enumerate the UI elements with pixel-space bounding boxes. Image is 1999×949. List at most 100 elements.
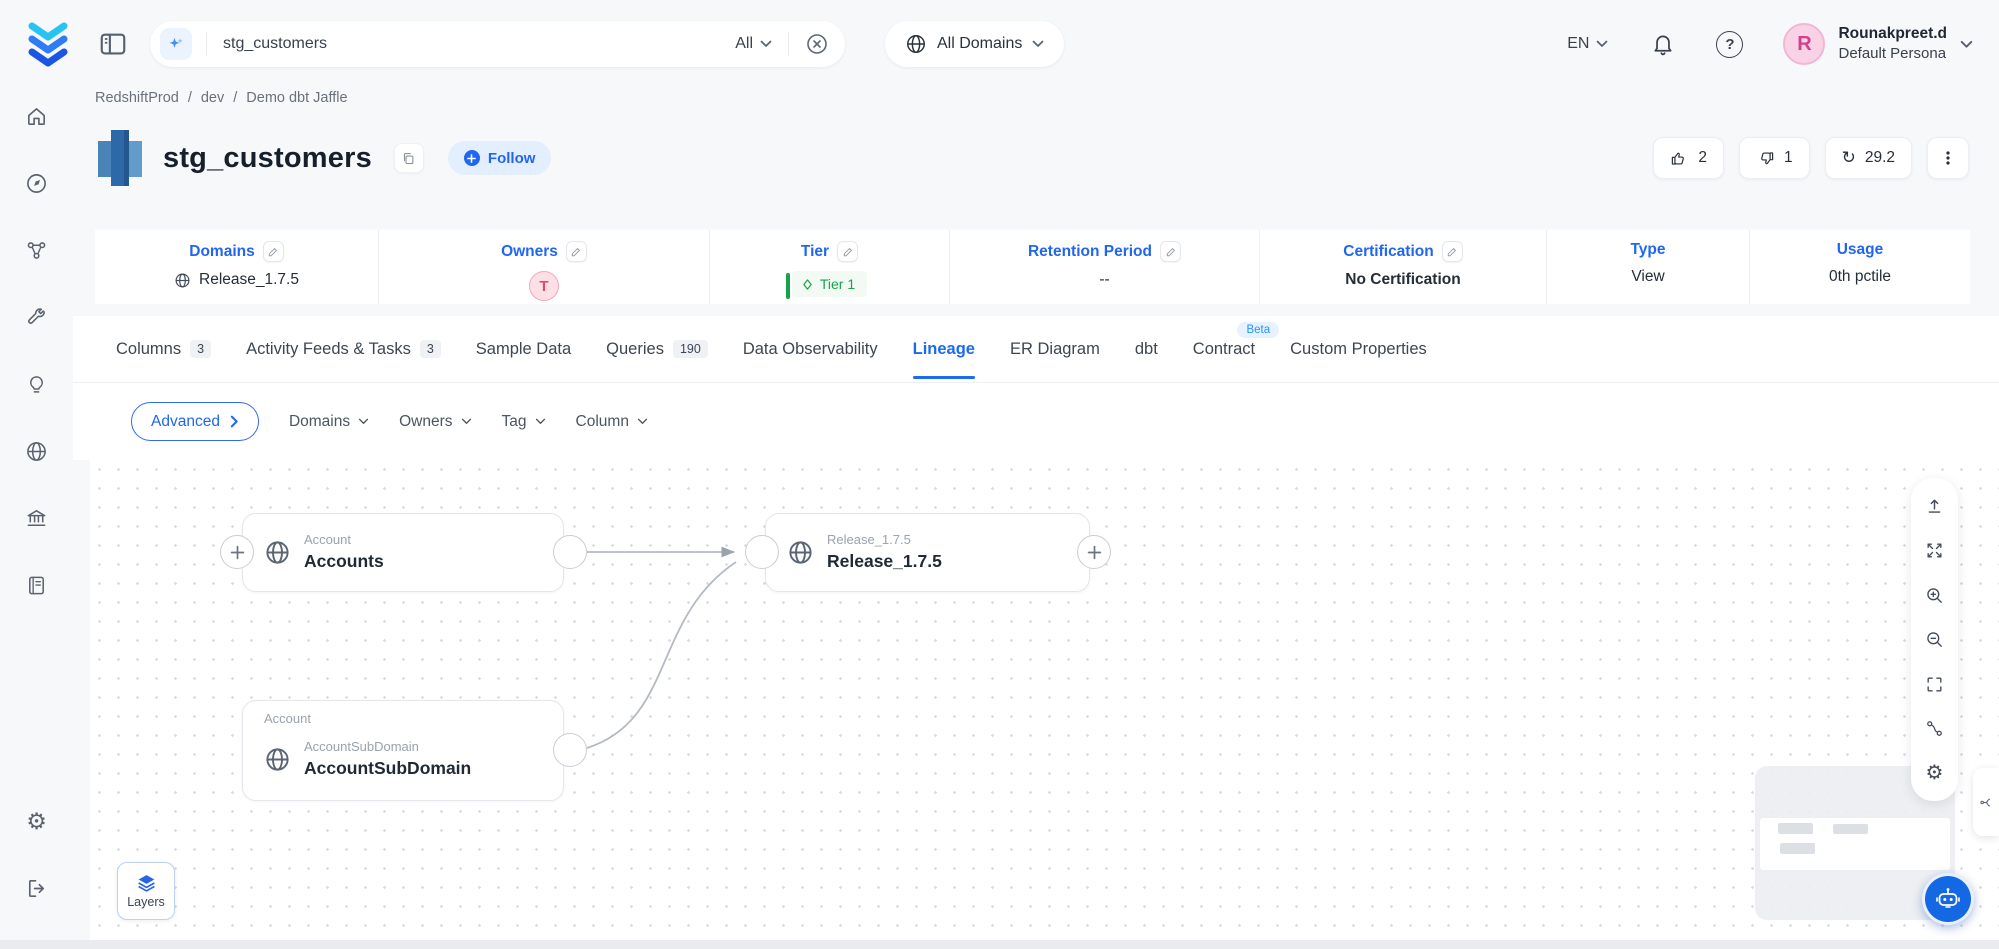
tab-lineage[interactable]: Lineage	[913, 316, 975, 382]
lineage-node-accountsubdomain[interactable]: Account AccountSubDomain AccountSubDomai…	[242, 700, 564, 801]
tab-sample-data[interactable]: Sample Data	[476, 316, 571, 382]
filter-column-dropdown[interactable]: Column	[576, 413, 648, 431]
tab-dbt[interactable]: dbt	[1135, 316, 1158, 382]
route-layout-icon[interactable]	[1920, 714, 1950, 744]
tier-label[interactable]: Tier	[801, 243, 829, 261]
domain-filter-label: All Domains	[937, 35, 1022, 53]
products-graph-icon[interactable]	[17, 230, 57, 270]
filter-domains-dropdown[interactable]: Domains	[289, 413, 369, 431]
tab-queries[interactable]: Queries190	[606, 316, 708, 382]
notifications-bell-icon[interactable]	[1650, 31, 1676, 57]
meta-tier: Tier Tier 1	[710, 230, 950, 304]
meta-type: Type View	[1547, 230, 1750, 304]
domains-value[interactable]: Release_1.7.5	[199, 271, 299, 289]
ai-sparkle-icon	[160, 28, 192, 60]
lineage-mini-icon	[1979, 795, 1994, 810]
sidebar-toggle-icon[interactable]	[98, 29, 128, 59]
node-group-label: Account	[264, 711, 311, 726]
breadcrumb: RedshiftProd / dev / Demo dbt Jaffle	[95, 90, 348, 106]
downvote-button[interactable]: 1	[1739, 137, 1810, 179]
app-root: stg_customers All All Domains	[0, 0, 1999, 949]
port-accounts-right[interactable]	[553, 535, 587, 569]
tab-er-diagram[interactable]: ER Diagram	[1010, 316, 1100, 382]
zoom-in-icon[interactable]	[1920, 580, 1950, 610]
expand-downstream-release-button[interactable]	[1077, 535, 1111, 569]
fit-view-icon[interactable]	[1920, 536, 1950, 566]
usage-value: 0th pctile	[1829, 268, 1891, 286]
all-domains-filter[interactable]: All Domains	[885, 21, 1064, 67]
downvote-count: 1	[1784, 149, 1793, 167]
certification-label[interactable]: Certification	[1343, 243, 1433, 261]
expand-upstream-accounts-button[interactable]	[220, 535, 254, 569]
web-globe-icon[interactable]	[17, 431, 57, 471]
retention-value: --	[1099, 271, 1109, 289]
search-bar[interactable]: stg_customers All	[150, 21, 845, 67]
freshness-button[interactable]: ↻ 29.2	[1825, 137, 1912, 179]
domains-label[interactable]: Domains	[189, 243, 254, 261]
retention-label[interactable]: Retention Period	[1028, 243, 1152, 261]
zoom-out-icon[interactable]	[1920, 625, 1950, 655]
search-input[interactable]: stg_customers	[223, 35, 735, 53]
lineage-node-accounts[interactable]: Account Accounts	[242, 513, 564, 592]
breadcrumb-schema[interactable]: Demo dbt Jaffle	[246, 90, 347, 106]
more-actions-button[interactable]	[1927, 137, 1969, 179]
edit-owners-icon[interactable]	[566, 241, 587, 262]
governance-bank-icon[interactable]	[17, 498, 57, 538]
glossary-book-icon[interactable]	[17, 565, 57, 605]
globe-icon	[264, 746, 291, 773]
breadcrumb-database[interactable]: dev	[201, 90, 224, 106]
owners-label[interactable]: Owners	[501, 243, 558, 261]
filter-owners-dropdown[interactable]: Owners	[399, 413, 471, 431]
lineage-canvas[interactable]: Account Accounts Release_1.7.5 Release_1…	[90, 460, 1999, 940]
fullscreen-icon[interactable]	[1920, 669, 1950, 699]
tab-contract[interactable]: ContractBeta	[1193, 316, 1255, 382]
tab-activity-feeds[interactable]: Activity Feeds & Tasks3	[246, 316, 441, 382]
edit-tier-icon[interactable]	[837, 241, 858, 262]
advanced-label: Advanced	[151, 413, 220, 431]
clear-search-icon[interactable]	[805, 32, 829, 56]
search-scope-dropdown[interactable]: All	[735, 35, 772, 53]
node-type-label: Release_1.7.5	[827, 532, 942, 548]
follow-button[interactable]: Follow	[448, 141, 552, 175]
layers-button[interactable]: Layers	[117, 862, 175, 920]
chatbot-button[interactable]	[1922, 873, 1974, 925]
assets-compass-icon[interactable]	[17, 163, 57, 203]
workflows-wrench-icon[interactable]	[17, 297, 57, 337]
graph-settings-gear-icon[interactable]: ⚙	[1920, 758, 1950, 788]
help-icon[interactable]: ?	[1716, 31, 1743, 58]
edit-certification-icon[interactable]	[1442, 241, 1463, 262]
edit-domains-icon[interactable]	[263, 241, 284, 262]
advanced-filter-button[interactable]: Advanced	[131, 402, 259, 441]
export-icon[interactable]	[1920, 491, 1950, 521]
tab-data-observability[interactable]: Data Observability	[743, 316, 878, 382]
insights-bulb-icon[interactable]	[17, 364, 57, 404]
lineage-filter-bar: Advanced Domains Owners Tag Column	[73, 383, 1999, 460]
robot-icon	[1934, 885, 1962, 913]
tab-label: dbt	[1135, 340, 1158, 359]
home-icon[interactable]	[17, 96, 57, 136]
port-accountsubdomain-right[interactable]	[553, 733, 587, 767]
upvote-button[interactable]: 2	[1653, 137, 1724, 179]
logout-icon[interactable]	[17, 868, 57, 908]
lineage-node-release[interactable]: Release_1.7.5 Release_1.7.5	[765, 513, 1090, 592]
language-selector[interactable]: EN	[1567, 35, 1608, 53]
language-label: EN	[1567, 35, 1589, 53]
tab-columns[interactable]: Columns3	[116, 316, 211, 382]
plus-icon	[230, 545, 245, 560]
breadcrumb-connection[interactable]: RedshiftProd	[95, 90, 179, 106]
port-release-left[interactable]	[745, 535, 779, 569]
meta-retention: Retention Period --	[950, 230, 1260, 304]
user-avatar: R	[1783, 23, 1825, 65]
tier-badge[interactable]: Tier 1	[792, 271, 867, 297]
settings-gear-icon[interactable]: ⚙	[17, 801, 57, 841]
lineage-panel-tab[interactable]	[1973, 768, 1999, 836]
filter-tag-dropdown[interactable]: Tag	[502, 413, 546, 431]
filter-label: Owners	[399, 413, 452, 431]
atlan-logo-icon[interactable]	[26, 20, 70, 68]
copy-link-icon[interactable]	[394, 143, 424, 173]
tab-custom-properties[interactable]: Custom Properties	[1290, 316, 1427, 382]
layers-label: Layers	[127, 895, 165, 909]
edit-retention-icon[interactable]	[1160, 241, 1181, 262]
owner-avatar[interactable]: T	[529, 271, 559, 301]
user-menu[interactable]: R Rounakpreet.d Default Persona	[1783, 23, 1973, 65]
